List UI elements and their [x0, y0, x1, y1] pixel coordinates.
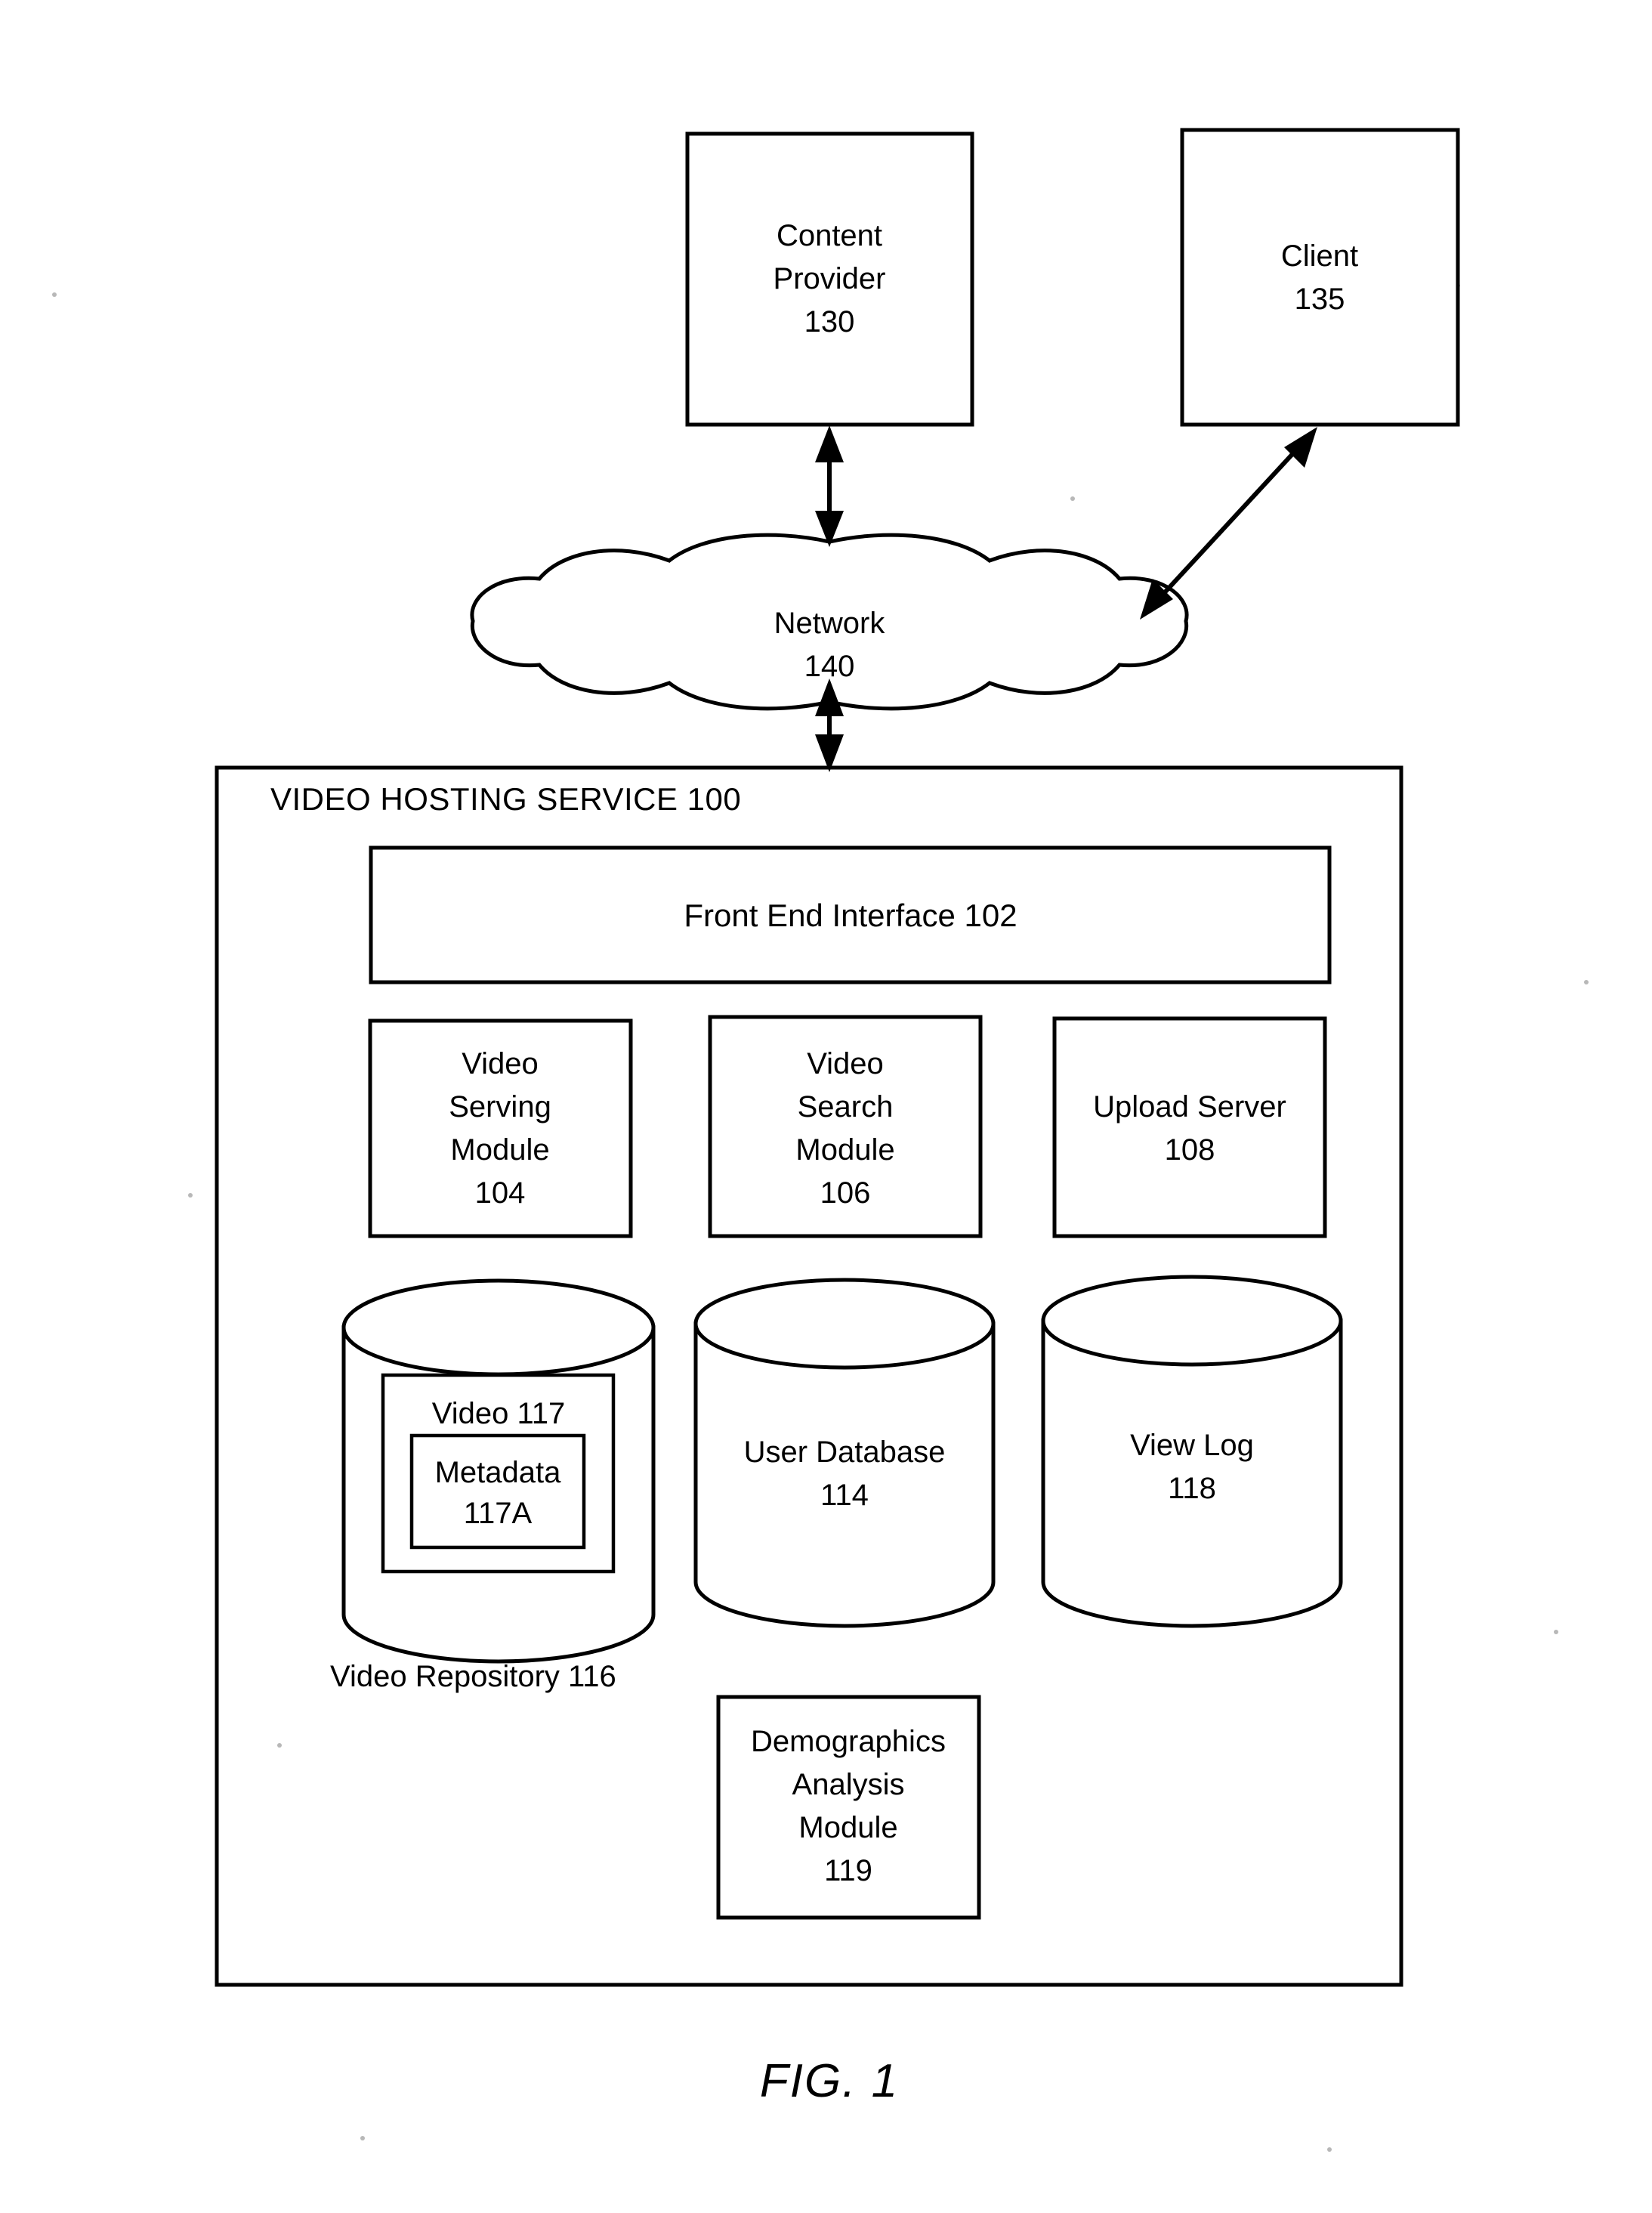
- view-log-cylinder[interactable]: View Log 118: [1041, 1275, 1343, 1628]
- metadata-record-ref: 117A: [464, 1497, 533, 1530]
- user-database-cylinder[interactable]: User Database 114: [693, 1278, 996, 1628]
- video-serving-module-ref: 104: [475, 1176, 526, 1210]
- user-database-ref: 114: [820, 1479, 869, 1512]
- demographics-analysis-module-line-3: Module: [798, 1811, 897, 1844]
- upload-server-box[interactable]: Upload Server 108: [1052, 1016, 1327, 1238]
- connector-content-provider-network: [815, 425, 844, 547]
- view-log-ref: 118: [1168, 1472, 1216, 1505]
- video-record-label: Video 117: [432, 1397, 565, 1430]
- client-line-1: Client: [1281, 240, 1358, 273]
- video-serving-module-line-1: Video: [462, 1047, 539, 1080]
- figure-caption: FIG. 1: [760, 2055, 899, 2107]
- metadata-record-line-1: Metadata: [435, 1456, 562, 1489]
- video-record-box[interactable]: Video 117 Metadata 117A: [381, 1373, 616, 1574]
- diagram-canvas: Content Provider 130 Client 135 Network …: [52, 128, 1589, 2152]
- video-search-module-box[interactable]: Video Search Module 106: [708, 1015, 983, 1238]
- content-provider-ref: 130: [804, 305, 855, 338]
- network-ref: 140: [804, 650, 855, 683]
- video-search-module-ref: 106: [820, 1176, 871, 1210]
- upload-server-ref: 108: [1165, 1133, 1215, 1167]
- video-search-module-line-2: Search: [798, 1090, 894, 1123]
- demographics-analysis-module-ref: 119: [824, 1854, 872, 1887]
- demographics-analysis-module-box[interactable]: Demographics Analysis Module 119: [716, 1695, 981, 1920]
- content-provider-line-1: Content: [777, 219, 882, 252]
- patent-figure: Content Provider 130 Client 135 Network …: [0, 0, 1652, 2213]
- network-label: Network: [774, 607, 886, 640]
- content-provider-line-2: Provider: [774, 262, 886, 295]
- video-search-module-line-1: Video: [807, 1047, 884, 1080]
- client-ref: 135: [1295, 283, 1345, 316]
- video-serving-module-box[interactable]: Video Serving Module 104: [368, 1018, 633, 1238]
- user-database-line-1: User Database: [744, 1436, 946, 1469]
- video-serving-module-line-2: Serving: [449, 1090, 551, 1123]
- content-provider-box[interactable]: Content Provider 130: [685, 131, 974, 427]
- upload-server-line-1: Upload Server: [1093, 1090, 1286, 1123]
- demographics-analysis-module-line-1: Demographics: [751, 1725, 946, 1758]
- metadata-record-box[interactable]: Metadata 117A: [409, 1433, 586, 1550]
- client-box[interactable]: Client 135: [1180, 128, 1460, 427]
- view-log-line-1: View Log: [1130, 1429, 1254, 1462]
- demographics-analysis-module-line-2: Analysis: [792, 1768, 905, 1801]
- connector-client-network: [1140, 427, 1317, 620]
- video-repository-cylinder[interactable]: Video 117 Metadata 117A Video Repository…: [330, 1278, 656, 1693]
- front-end-interface-label: Front End Interface 102: [684, 898, 1017, 933]
- video-hosting-service-title: VIDEO HOSTING SERVICE 100: [270, 781, 741, 817]
- video-search-module-line-3: Module: [795, 1133, 894, 1167]
- front-end-interface-box[interactable]: Front End Interface 102: [369, 845, 1332, 984]
- video-serving-module-line-3: Module: [450, 1133, 549, 1167]
- video-repository-label: Video Repository 116: [330, 1660, 616, 1693]
